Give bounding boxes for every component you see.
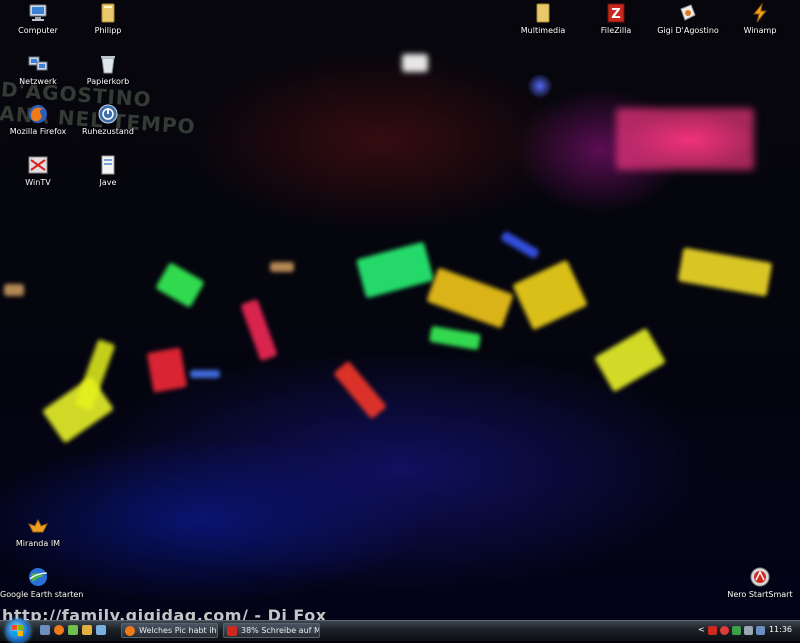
taskbar-clock[interactable]: 11:36 (769, 625, 792, 634)
desktop-icon-firefox[interactable]: Mozilla Firefox (0, 103, 76, 137)
desktop-icon-label: Philipp (94, 26, 122, 35)
desktop-icon-label: Miranda IM (15, 539, 61, 548)
miranda-icon (27, 515, 49, 537)
desktop-icon-jave[interactable]: Jave (70, 154, 146, 188)
glowstick (426, 267, 514, 329)
nero-icon (749, 566, 771, 588)
desktop-icon-label: Netzwerk (19, 77, 57, 86)
glowstick (594, 327, 666, 393)
glowstick (190, 370, 220, 378)
spotlight (402, 54, 428, 72)
tray-power-icon[interactable] (756, 626, 765, 635)
computer-icon (27, 2, 49, 24)
desktop-wallpaper: D'AGOSTINO ANA NEL TEMPO http://family.gi… (0, 0, 800, 620)
taskbar-task-firefox[interactable]: Welches Pic habt ihr... (121, 623, 218, 638)
music-file-icon (677, 2, 699, 24)
firefox-quicklaunch-icon[interactable] (54, 625, 64, 635)
desktop-icon-papierkorb[interactable]: Papierkorb (70, 53, 146, 87)
nero-burn-icon (227, 625, 237, 636)
candle-light (270, 262, 294, 272)
desktop-icon-philipp[interactable]: Philipp (70, 2, 146, 36)
desktop-icon-nero[interactable]: Nero StartSmart (722, 566, 798, 600)
taskbar: Welches Pic habt ihr... 38% Schreibe auf… (0, 619, 800, 643)
google-earth-icon (27, 566, 49, 588)
glowstick (356, 241, 434, 299)
desktop-icon-winamp[interactable]: Winamp (722, 2, 798, 36)
firefox-icon (125, 625, 135, 636)
switch-windows-icon[interactable] (96, 625, 106, 635)
taskbar-task-nero[interactable]: 38% Schreibe auf M... (223, 623, 320, 638)
glowstick (677, 247, 773, 297)
desktop-icon-ruhezustand[interactable]: Ruhezustand (70, 103, 146, 137)
svg-text:Z: Z (611, 7, 620, 22)
desktop-icon-label: Papierkorb (86, 77, 130, 86)
desktop-icon-label: Google Earth starten (0, 590, 84, 599)
glowstick (240, 298, 278, 362)
glowstick (74, 339, 116, 411)
desktop-icon-gigi[interactable]: Gigi D'Agostino (650, 2, 726, 36)
recycle-bin-icon (97, 53, 119, 75)
desktop-icon-google-earth[interactable]: Google Earth starten (0, 566, 84, 600)
glowstick (333, 360, 387, 420)
network-icon (27, 53, 49, 75)
jave-icon (97, 154, 119, 176)
stage-light (616, 108, 754, 170)
start-button[interactable] (6, 619, 30, 643)
tray-volume-icon[interactable] (744, 626, 753, 635)
filezilla-icon: Z (605, 2, 627, 24)
windows-logo-icon (12, 625, 23, 636)
desktop-icon-label: Ruhezustand (82, 127, 134, 136)
desktop-icon-label: Gigi D'Agostino (657, 26, 719, 35)
glowstick (146, 347, 188, 393)
desktop-icon-label: Winamp (743, 26, 777, 35)
desktop-icon-computer[interactable]: Computer (0, 2, 76, 36)
desktop-icon-miranda[interactable]: Miranda IM (0, 515, 76, 549)
desktop-icon-wintv[interactable]: WinTV (0, 154, 76, 188)
desktop-icon-label: FileZilla (600, 26, 632, 35)
folder-icon (532, 2, 554, 24)
desktop-icon-label: Multimedia (520, 26, 566, 35)
show-desktop-icon[interactable] (40, 625, 50, 635)
desktop-icon-label: Nero StartSmart (727, 590, 793, 599)
desktop-icon-label: Computer (18, 26, 58, 35)
desktop-icon-filezilla[interactable]: Z FileZilla (578, 2, 654, 36)
tray-nero-icon[interactable] (708, 626, 717, 635)
hibernate-icon (97, 103, 119, 125)
desktop-icon-label: Mozilla Firefox (9, 127, 67, 136)
glowstick (155, 262, 205, 308)
task-label: 38% Schreibe auf M... (241, 626, 320, 635)
desktop-icon-multimedia[interactable]: Multimedia (505, 2, 581, 36)
media-quicklaunch-icon[interactable] (82, 625, 92, 635)
desktop-icon-label: Jave (99, 178, 117, 187)
task-label: Welches Pic habt ihr... (139, 626, 218, 635)
firefox-icon (27, 103, 49, 125)
explorer-quicklaunch-icon[interactable] (68, 625, 78, 635)
candle-light (4, 284, 24, 296)
winamp-icon (749, 2, 771, 24)
glowstick (41, 376, 115, 444)
tray-network-icon[interactable] (732, 626, 741, 635)
glowstick (428, 325, 482, 351)
wallpaper-watermark: http://family.gigidag.com/ - Dj Fox (2, 606, 327, 620)
glowstick (512, 259, 588, 331)
glowstick (500, 230, 540, 260)
tray-expand-button[interactable]: < (698, 625, 705, 634)
user-folder-icon (97, 2, 119, 24)
tray-security-icon[interactable] (720, 626, 729, 635)
wintv-icon (27, 154, 49, 176)
desktop-icon-netzwerk[interactable]: Netzwerk (0, 53, 76, 87)
desktop-icon-label: WinTV (25, 178, 51, 187)
